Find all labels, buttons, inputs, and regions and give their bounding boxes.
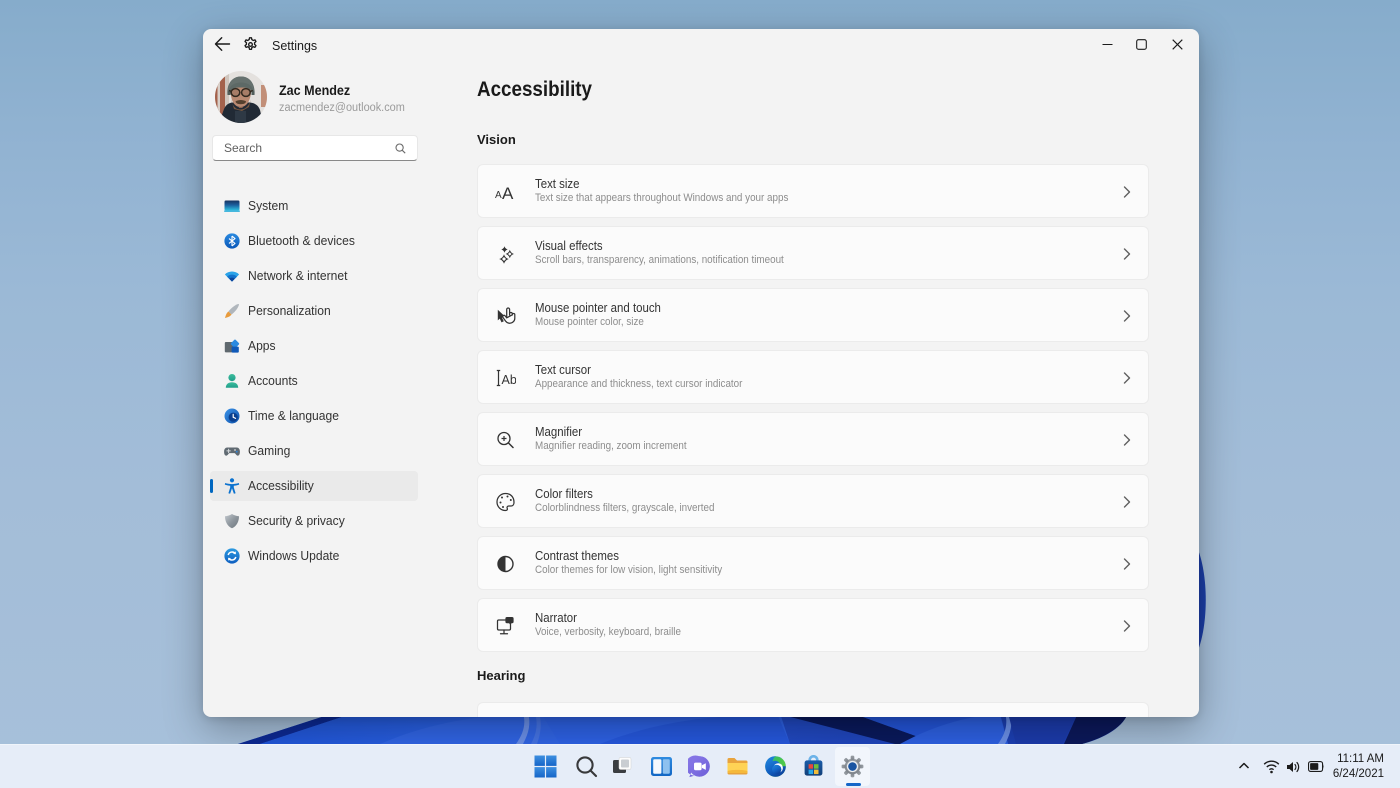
- svg-text:A: A: [502, 184, 514, 203]
- svg-text:A: A: [495, 190, 502, 201]
- svg-text:Ab: Ab: [502, 373, 517, 387]
